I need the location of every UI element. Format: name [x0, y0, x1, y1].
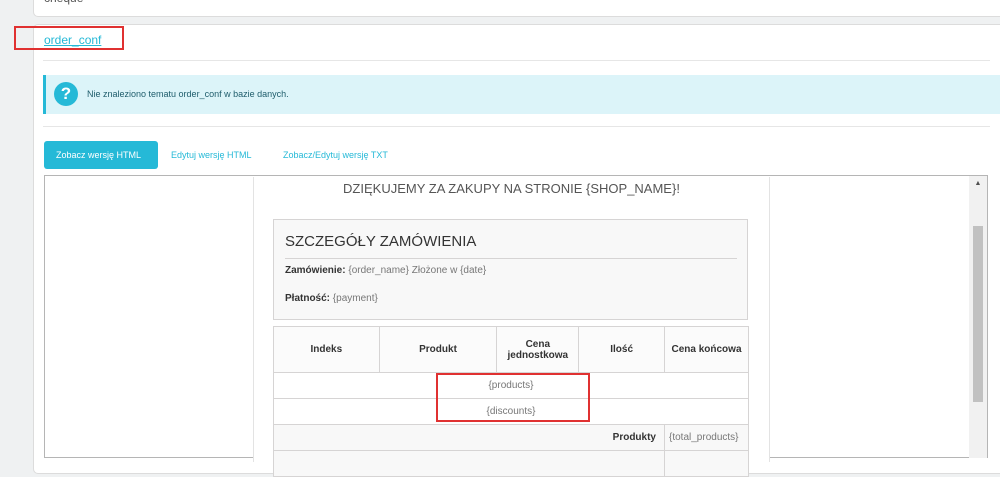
scroll-up-arrow-icon[interactable]: ▲ — [969, 180, 987, 187]
payment-row: Płatność: {payment} — [285, 293, 378, 304]
alert-divider — [43, 126, 990, 127]
email-header-text: DZIĘKUJEMY ZA ZAKUPY NA STRONIE {SHOP_NA… — [343, 181, 680, 196]
totals-row — [273, 450, 749, 477]
question-icon: ? — [54, 82, 78, 106]
scroll-thumb[interactable] — [973, 226, 983, 402]
previous-template-label: cheque — [44, 0, 83, 5]
table-header-row: Indeks Produkt Cena jednostkowa Ilość Ce… — [273, 326, 749, 373]
order-details-box: SZCZEGÓŁY ZAMÓWIENIA Zamówienie: {order_… — [273, 219, 748, 320]
column-header: Cena końcowa — [664, 326, 749, 373]
tab-view-edit-txt[interactable]: Zobacz/Edytuj wersję TXT — [271, 141, 400, 169]
highlight-box-placeholders — [436, 373, 590, 422]
column-header: Ilość — [578, 326, 665, 373]
alert-message: Nie znaleziono tematu order_conf w bazie… — [87, 89, 289, 99]
tab-view-html[interactable]: Zobacz wersję HTML — [44, 141, 158, 169]
column-header: Produkt — [378, 326, 498, 373]
totals-row: Produkty {total_products} — [273, 424, 749, 451]
column-header: Cena jednostkowa — [496, 326, 580, 373]
tab-edit-html[interactable]: Edytuj wersję HTML — [159, 141, 264, 169]
panel-divider — [43, 60, 990, 61]
payment-value: {payment} — [332, 293, 378, 304]
details-divider — [285, 258, 737, 259]
preview-scrollbar[interactable]: ▲ — [969, 176, 987, 458]
total-products-value: {total_products} — [664, 424, 749, 451]
order-label: Zamówienie: — [285, 265, 346, 276]
order-value: {order_name} Złożone w {date} — [348, 265, 487, 276]
order-row: Zamówienie: {order_name} Złożone w {date… — [285, 265, 486, 276]
total-products-label: Produkty — [273, 424, 665, 451]
column-header: Indeks — [273, 326, 380, 373]
info-alert: ? Nie znaleziono tematu order_conf w baz… — [43, 75, 1000, 114]
table-cell — [664, 450, 749, 477]
table-cell — [273, 450, 665, 477]
previous-template-panel: cheque — [33, 0, 1000, 17]
payment-label: Płatność: — [285, 293, 331, 304]
highlight-box-template-name — [14, 26, 124, 50]
order-details-title: SZCZEGÓŁY ZAMÓWIENIA — [285, 233, 477, 250]
